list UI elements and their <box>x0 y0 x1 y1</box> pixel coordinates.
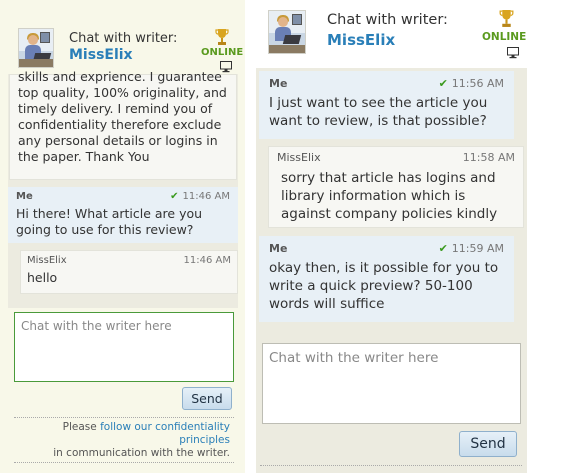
chat-with-writer-label: Chat with writer: <box>327 12 448 28</box>
message-text: I just want to see the article you want … <box>269 95 488 129</box>
message-list: Me ✔ 11:56 AM I just want to see the arti… <box>256 68 527 330</box>
chat-panel-left: Chat with writer: MissElix ONLINE skills… <box>0 0 245 473</box>
message-line: the paper. Thank You <box>18 149 150 164</box>
delivered-check-icon: ✔ <box>170 191 179 202</box>
monitor-icon[interactable] <box>507 47 519 59</box>
online-status: ONLINE <box>201 47 244 58</box>
message-me: Me ✔ 11:59 AM okay then, is it possible f… <box>259 236 514 322</box>
writer-avatar <box>18 28 54 68</box>
message-list: skills and exprience. I guarantee top qu… <box>8 69 238 308</box>
message-text: hello <box>27 270 58 285</box>
chat-with-writer-label: Chat with writer: <box>69 31 178 46</box>
message-sender: MissElix <box>27 255 67 266</box>
chat-panel-right: Chat with writer: MissElix ONLINE Me ✔ 11… <box>256 0 527 473</box>
writer-name[interactable]: MissElix <box>327 31 395 49</box>
chat-input[interactable] <box>14 312 234 382</box>
message-writer: MissElix 11:46 AM hello <box>20 250 238 294</box>
message-text: sorry that article has logins and librar… <box>281 170 498 222</box>
delivered-check-icon: ✔ <box>438 242 448 255</box>
message-sender: Me <box>16 191 33 202</box>
delivered-check-icon: ✔ <box>438 77 448 90</box>
send-button[interactable]: Send <box>182 387 232 410</box>
message-me: Me ✔ 11:46 AM Hi there! What article are … <box>8 187 238 243</box>
chat-input[interactable] <box>262 343 521 424</box>
message-line: confidentiality therefore exclude <box>18 117 222 132</box>
divider <box>14 462 234 463</box>
message-text: okay then, is it possible for you to wri… <box>269 260 499 312</box>
chat-header: Chat with writer: MissElix ONLINE <box>0 0 245 74</box>
message-line: top quality, 100% originality, and <box>18 85 227 100</box>
message-partial: skills and exprience. I guarantee top qu… <box>9 69 237 180</box>
confidentiality-link[interactable]: follow our confidentiality principles <box>100 421 230 446</box>
message-sender: Me <box>269 77 288 90</box>
message-text: Hi there! What article are you going to … <box>16 206 203 237</box>
message-time: 11:46 AM <box>183 255 231 266</box>
divider <box>14 417 234 418</box>
message-time: 11:56 AM <box>451 77 504 90</box>
message-time: 11:58 AM <box>462 151 515 164</box>
message-line: skills and exprience. I guarantee <box>18 69 222 84</box>
message-time: 11:59 AM <box>451 242 504 255</box>
send-button[interactable]: Send <box>459 431 517 457</box>
message-me: Me ✔ 11:56 AM I just want to see the arti… <box>259 71 514 139</box>
online-status: ONLINE <box>482 31 527 43</box>
message-line: timely delivery. I remind you of <box>18 101 213 116</box>
confidentiality-note: Please follow our confidentiality princi… <box>53 421 230 459</box>
message-sender: Me <box>269 242 288 255</box>
message-writer: MissElix 11:58 AM sorry that article has… <box>268 146 524 228</box>
divider <box>260 465 522 466</box>
trophy-icon <box>215 29 229 45</box>
writer-avatar <box>268 10 306 54</box>
trophy-icon <box>499 10 514 27</box>
message-sender: MissElix <box>277 151 321 164</box>
message-line: any personal details or logins in <box>18 133 218 148</box>
message-time: 11:46 AM <box>182 191 230 202</box>
writer-name[interactable]: MissElix <box>69 47 133 63</box>
chat-header: Chat with writer: MissElix ONLINE <box>256 0 527 68</box>
